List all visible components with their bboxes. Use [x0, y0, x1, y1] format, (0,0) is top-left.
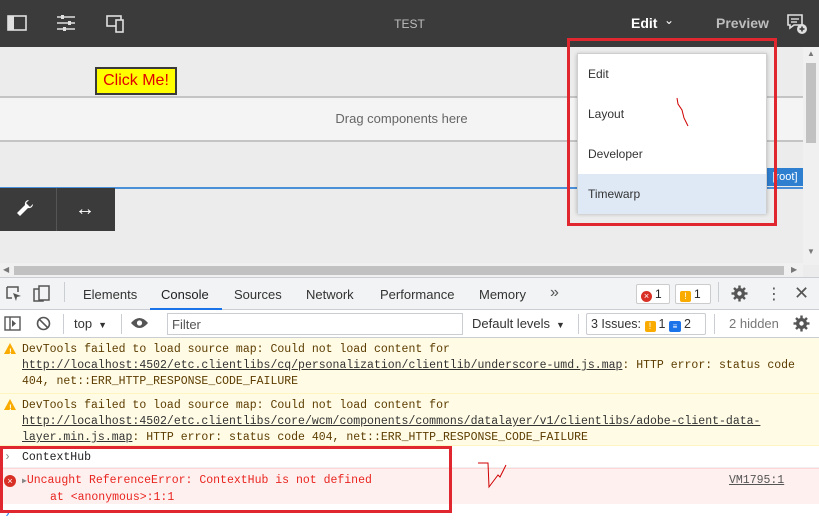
- canvas-horizontal-scrollbar[interactable]: ◀ ▶: [0, 263, 803, 277]
- toolbar-divider: [56, 188, 57, 231]
- close-icon[interactable]: ✕: [794, 283, 809, 304]
- component-toolbar: ↔: [0, 188, 115, 231]
- toolbar-divider: [121, 314, 122, 334]
- warning-icon: !: [4, 399, 16, 413]
- resize-arrows-icon[interactable]: ↔: [73, 198, 97, 220]
- menu-item-layout[interactable]: Layout: [578, 94, 766, 134]
- settings-gear-icon[interactable]: [731, 285, 748, 305]
- scroll-left-arrow-icon[interactable]: ◀: [3, 263, 9, 277]
- page-properties-icon[interactable]: [55, 12, 77, 34]
- error-count-badge[interactable]: × 1: [636, 284, 670, 304]
- tab-memory[interactable]: Memory: [479, 287, 526, 302]
- error-source-link[interactable]: VM1795:1: [729, 473, 784, 489]
- red-pen-scribble: [478, 462, 507, 489]
- tab-network[interactable]: Network: [306, 287, 354, 302]
- editor-toolbar: TEST Edit ⌄ Preview: [0, 0, 819, 47]
- annotate-icon[interactable]: [786, 13, 808, 35]
- scrollbar-thumb[interactable]: [14, 266, 784, 275]
- click-me-button[interactable]: Click Me!: [95, 67, 177, 95]
- input-prompt-chevron-icon: ›: [4, 508, 11, 521]
- tab-sources[interactable]: Sources: [234, 287, 282, 302]
- scrollbar-thumb[interactable]: [806, 63, 816, 143]
- console-warning-message[interactable]: ! DevTools failed to load source map: Co…: [0, 394, 819, 446]
- devtools-tab-bar: Elements Console Sources Network Perform…: [0, 277, 819, 310]
- wrench-icon[interactable]: [14, 198, 36, 220]
- scroll-right-arrow-icon[interactable]: ▶: [791, 263, 797, 277]
- hidden-messages-count: 2 hidden: [729, 316, 779, 331]
- menu-item-developer[interactable]: Developer: [578, 134, 766, 174]
- mode-dropdown-menu: Edit Layout Developer Timewarp: [577, 53, 767, 214]
- dropdown-arrow-icon: ▼: [556, 320, 565, 330]
- error-icon: ×: [4, 475, 16, 487]
- device-toolbar-icon[interactable]: [33, 285, 51, 306]
- toolbar-divider: [578, 314, 579, 334]
- show-sidebar-icon[interactable]: [4, 316, 21, 334]
- console-filter-input[interactable]: [167, 313, 463, 335]
- log-levels-dropdown[interactable]: Default levels ▼: [472, 316, 565, 331]
- more-tabs-icon[interactable]: »: [550, 284, 559, 302]
- menu-item-timewarp[interactable]: Timewarp: [578, 174, 766, 214]
- mode-selector-button[interactable]: Edit: [631, 15, 657, 31]
- side-panel-toggle-icon[interactable]: [6, 12, 28, 34]
- tab-performance[interactable]: Performance: [380, 287, 454, 302]
- toolbar-divider: [714, 314, 715, 334]
- scroll-down-arrow-icon[interactable]: ▼: [803, 247, 819, 256]
- warning-count-badge[interactable]: ! 1: [675, 284, 711, 304]
- warning-icon: !: [644, 321, 656, 332]
- console-prompt-line[interactable]: ›: [0, 504, 819, 524]
- warning-icon: !: [4, 343, 16, 357]
- error-icon: ×: [641, 291, 652, 302]
- preview-button[interactable]: Preview: [716, 15, 769, 31]
- context-selector[interactable]: top ▼: [74, 316, 107, 331]
- menu-item-edit[interactable]: Edit: [578, 54, 766, 94]
- tab-console[interactable]: Console: [161, 287, 209, 302]
- source-map-link[interactable]: http://localhost:4502/etc.clientlibs/cq/…: [22, 359, 622, 372]
- chevron-down-icon[interactable]: ⌄: [664, 13, 674, 27]
- warning-icon: !: [680, 291, 691, 302]
- dropdown-arrow-icon: ▼: [98, 320, 107, 330]
- issues-button[interactable]: 3 Issues: ! 1 ≡ 2: [586, 313, 706, 335]
- canvas-vertical-scrollbar[interactable]: ▲ ▼: [803, 47, 819, 265]
- toolbar-divider: [718, 282, 719, 302]
- emulator-icon[interactable]: [104, 12, 126, 34]
- info-message-icon: ≡: [668, 321, 681, 332]
- more-options-icon[interactable]: ⋮: [766, 284, 782, 304]
- root-container-tag[interactable]: [root]: [767, 168, 803, 186]
- console-toolbar: top▼ Default levels▼ 3 Issues: !1 ≡2 2 h…: [0, 310, 819, 338]
- toolbar-divider: [64, 282, 65, 302]
- tab-elements[interactable]: Elements: [83, 287, 137, 302]
- console-input-echo[interactable]: › ContextHub: [0, 448, 819, 468]
- red-pen-scribble: [676, 97, 689, 127]
- console-settings-gear-icon[interactable]: [793, 315, 810, 335]
- clear-console-icon[interactable]: [36, 316, 51, 334]
- console-warning-message[interactable]: ! DevTools failed to load source map: Co…: [0, 338, 819, 394]
- inspect-element-icon[interactable]: [5, 285, 23, 306]
- live-expression-eye-icon[interactable]: [130, 316, 149, 333]
- toolbar-divider: [63, 314, 64, 334]
- scroll-up-arrow-icon[interactable]: ▲: [803, 49, 819, 58]
- input-prompt-chevron-icon: ›: [4, 451, 11, 464]
- console-error-message[interactable]: × ▶Uncaught ReferenceError: ContextHub i…: [0, 462, 819, 504]
